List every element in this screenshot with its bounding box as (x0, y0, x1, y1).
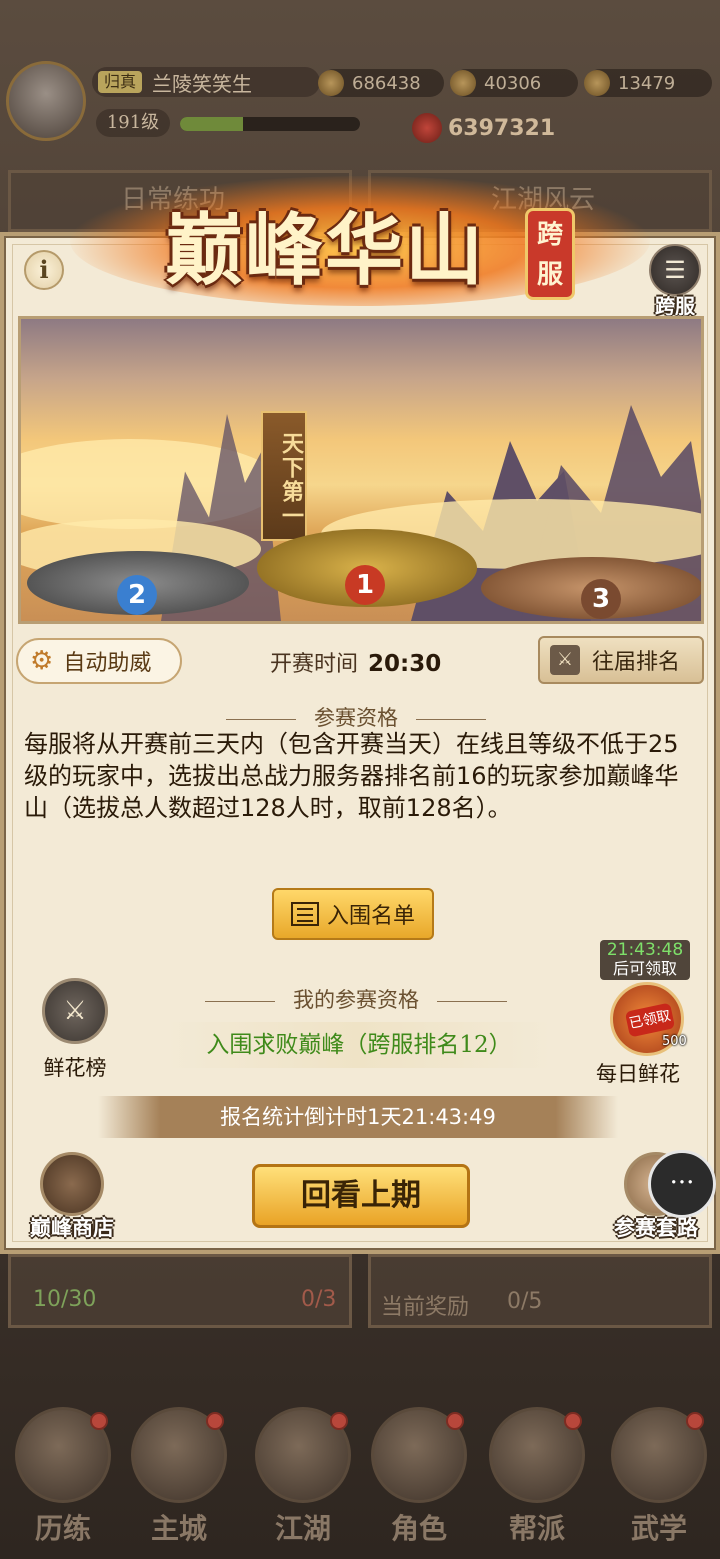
auto-cheer-label: 自动助威 (63, 651, 152, 676)
flower-timer-note: 后可领取 (612, 959, 677, 978)
top-bar: 归真 兰陵笑笑生 191级 686438 40306 13479 6397321 (0, 55, 720, 150)
currency-silver[interactable]: 40306 (450, 69, 578, 97)
nav-training[interactable]: 历练 (8, 1395, 118, 1545)
nav-character-label: 角色 (390, 1512, 447, 1545)
player-name-pill: 归真 兰陵笑笑生 (92, 67, 320, 97)
notification-dot (90, 1412, 108, 1430)
eligibility-rules: 每服将从开赛前三天内（包含开赛当天）在线且等级不低于25级的玩家中，选拔出总战力… (24, 730, 679, 822)
nav-guild[interactable]: 帮派 (482, 1395, 592, 1545)
current-reward-label: 当前奖励 (381, 1295, 470, 1320)
nav-training-icon (15, 1407, 111, 1503)
nav-martial-arts[interactable]: 武学 (604, 1395, 714, 1545)
nav-martial-arts-label: 武学 (630, 1512, 687, 1545)
bg-card-right-bottom[interactable]: 当前奖励 0/5 (368, 1254, 712, 1328)
player-level: 191级 (96, 109, 170, 137)
currency-copper[interactable]: 686438 (318, 69, 444, 97)
gold-ingot-icon (584, 70, 610, 96)
registration-countdown: 报名统计倒计时1天21:43:49 (98, 1096, 618, 1138)
panel-title: 巅峰华山 (165, 205, 486, 296)
review-last-season-button[interactable]: 回看上期 (252, 1164, 470, 1228)
combat-power-icon (412, 113, 442, 143)
nav-main-city-icon (131, 1407, 227, 1503)
notification-dot (446, 1412, 464, 1430)
start-time-value: 20:30 (368, 651, 442, 677)
energy-counter: 10/30 (33, 1287, 97, 1312)
peak-shop-label: 巅峰商店 (30, 1215, 114, 1240)
nav-character[interactable]: 角色 (364, 1395, 474, 1545)
player-avatar[interactable] (6, 61, 86, 141)
peak-shop-button[interactable]: 巅峰商店 (22, 1152, 122, 1242)
currency-silver-value: 40306 (484, 72, 542, 94)
currency-gold[interactable]: 13479 (584, 69, 712, 97)
combat-power: 6397321 (412, 113, 555, 143)
notification-dot (564, 1412, 582, 1430)
nav-guild-icon (489, 1407, 585, 1503)
crossed-swords-icon: ⚔ (550, 645, 580, 675)
notification-dot (330, 1412, 348, 1430)
nav-jianghu-label: 江湖 (274, 1512, 331, 1545)
nav-training-label: 历练 (34, 1512, 91, 1545)
list-icon (290, 902, 319, 926)
shop-icon (40, 1152, 104, 1216)
auto-cheer-button[interactable]: ⚙ 自动助威 (16, 638, 182, 684)
combat-power-value: 6397321 (448, 115, 556, 141)
flower-count: 500 (662, 1034, 687, 1049)
shortlist-button[interactable]: 入围名单 (272, 888, 434, 940)
podium-rank-2-badge: 2 (117, 575, 157, 615)
start-time: 开赛时间 20:30 (270, 646, 441, 678)
rank1-banner: 天下第一 (261, 411, 307, 541)
flower-board-label: 鲜花榜 (43, 1056, 107, 1080)
nav-martial-arts-icon (611, 1407, 707, 1503)
nav-main-city[interactable]: 主城 (124, 1395, 234, 1545)
cross-server-button[interactable]: ☰ 跨服 (644, 244, 706, 318)
my-eligibility-title: 我的参赛资格 (4, 984, 708, 1014)
flower-timer-value: 21:43:48 (606, 940, 684, 960)
bottom-navigation: 历练 主城 江湖 角色 帮派 武学 (0, 1395, 720, 1559)
my-eligibility-value: 入围求败巅峰（跨服排名12） (164, 1022, 554, 1068)
flower-timer: 21:43:48 后可领取 (600, 940, 690, 980)
notification-dot (686, 1412, 704, 1430)
strategy-guide-label: 参赛套路 (614, 1215, 698, 1240)
copper-coin-icon (318, 70, 344, 96)
cross-server-badge: 跨服 (525, 208, 575, 300)
nav-jianghu[interactable]: 江湖 (248, 1395, 358, 1545)
player-name: 兰陵笑笑生 (152, 71, 253, 96)
nav-jianghu-icon (255, 1407, 351, 1503)
start-time-label: 开赛时间 (270, 652, 359, 677)
menu-list-icon: ☰ (649, 244, 701, 296)
bg-card-left-bottom[interactable]: 10/30 0/3 (8, 1254, 352, 1328)
info-icon[interactable]: i (24, 250, 64, 290)
chat-icon[interactable]: ··· (648, 1150, 716, 1218)
silver-coin-icon (450, 70, 476, 96)
notification-dot (206, 1412, 224, 1430)
bg-counter-2: 0/3 (301, 1287, 337, 1312)
nav-guild-label: 帮派 (508, 1512, 565, 1545)
gear-icon: ⚙ (30, 646, 54, 676)
title-banner: 巅峰华山 跨服 (70, 166, 650, 316)
exp-bar-fill (180, 117, 243, 131)
daily-flower-label: 每日鲜花 (596, 1062, 680, 1086)
claimed-stamp: 已领取 (624, 1002, 676, 1038)
currency-gold-value: 13479 (618, 72, 676, 94)
past-rankings-label: 往届排名 (592, 650, 681, 675)
reward-count: 0/5 (507, 1289, 543, 1314)
podium-rank-3-badge: 3 (581, 579, 621, 619)
podium-rank-1-badge: 1 (345, 565, 385, 605)
past-rankings-button[interactable]: ⚔ 往届排名 (538, 636, 704, 684)
shortlist-button-label: 入围名单 (326, 904, 415, 929)
currency-copper-value: 686438 (352, 72, 421, 94)
arena-scene: 天下第一 2 1 3 (18, 316, 704, 624)
nav-main-city-label: 主城 (150, 1512, 207, 1545)
cross-server-label: 跨服 (655, 294, 695, 318)
nav-character-icon (371, 1407, 467, 1503)
player-title-tag: 归真 (98, 71, 143, 93)
exp-bar (180, 117, 360, 131)
peak-huashan-panel: i ☰ 跨服 天下第一 2 1 3 ⚙ 自动助威 开赛时间 20:30 ⚔ 往届排… (0, 232, 720, 1254)
